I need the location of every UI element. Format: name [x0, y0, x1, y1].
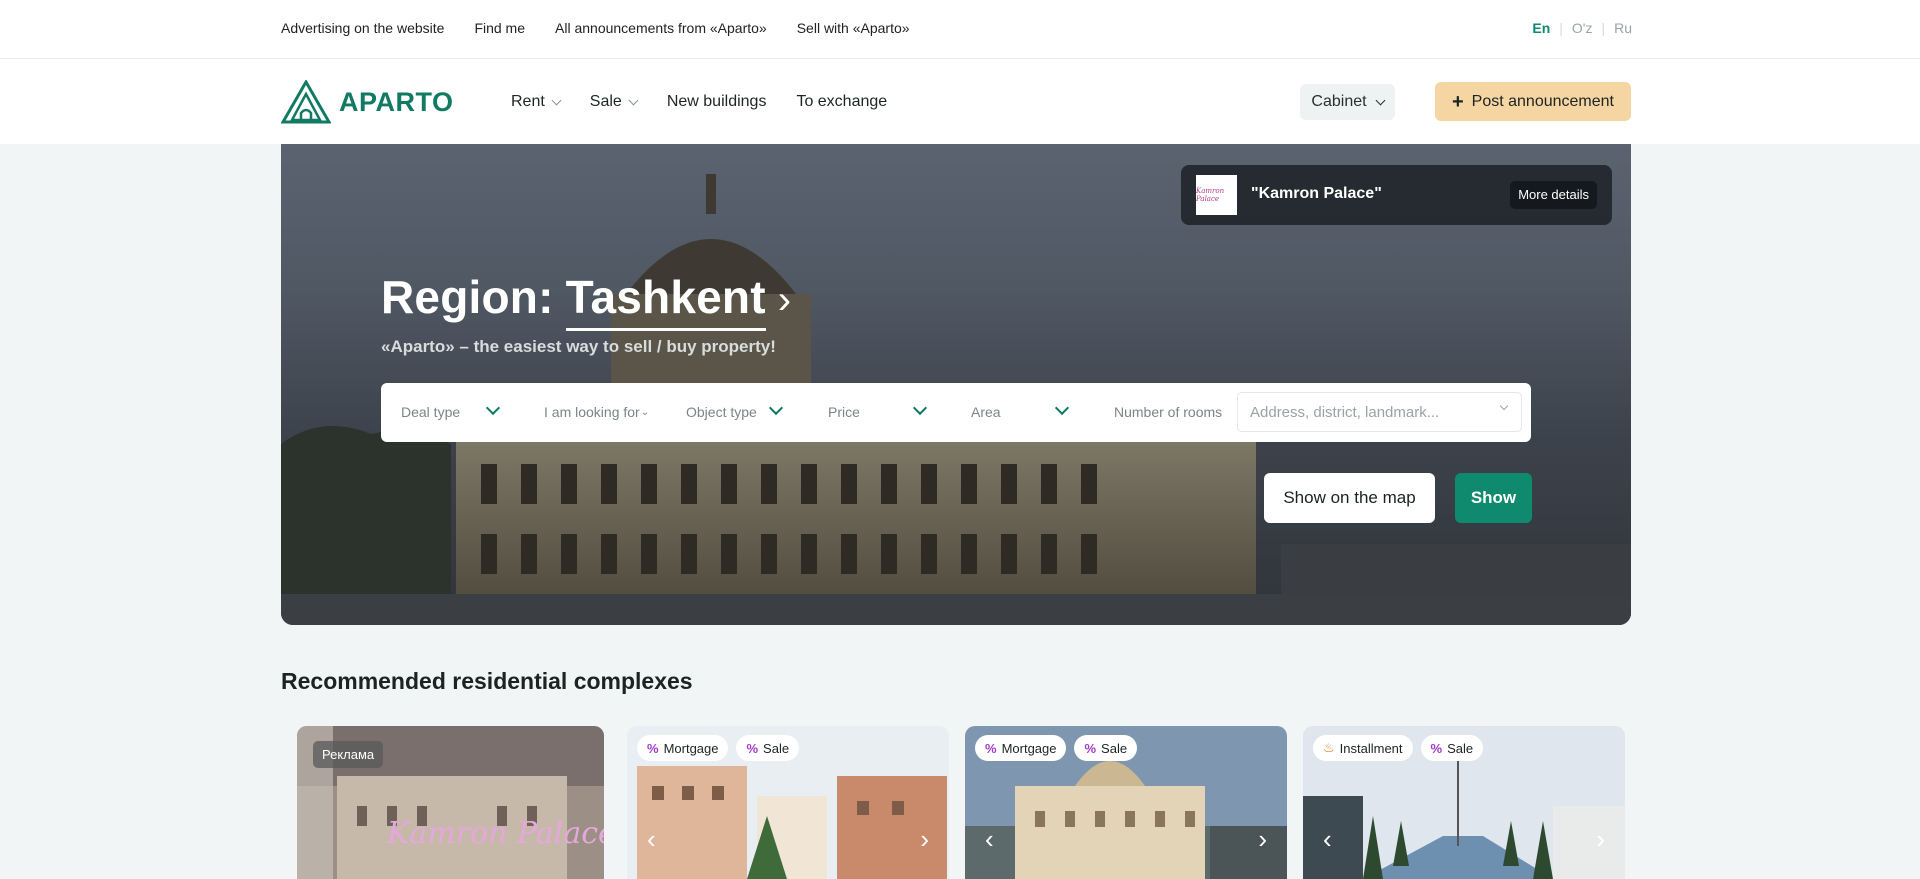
chevron-down-icon	[485, 400, 501, 416]
deal-type-select[interactable]: Deal type	[401, 404, 460, 420]
complex-card[interactable]: % Mortgage % Sale ‹ ›	[965, 726, 1287, 879]
nav-rent[interactable]: Rent	[511, 93, 562, 111]
chevron-down-icon	[1375, 95, 1386, 105]
chevron-right-icon[interactable]: ›	[1596, 826, 1605, 852]
nav-sale-label: Sale	[589, 93, 622, 110]
price-select[interactable]: Price	[828, 404, 860, 420]
mortgage-tag: % Mortgage	[975, 735, 1067, 761]
lang-uz[interactable]: O'z	[1572, 20, 1593, 36]
sell-with-link[interactable]: Sell with «Aparto»	[797, 20, 910, 36]
percent-icon: %	[647, 740, 659, 756]
percent-icon: %	[746, 740, 759, 756]
chevron-down-icon	[628, 95, 639, 105]
card-tags: % Mortgage % Sale	[975, 735, 1138, 761]
more-details-button[interactable]: More details	[1510, 181, 1597, 209]
nav-sale[interactable]: Sale	[589, 93, 639, 111]
promo-thumbnail: Kamron Palace	[1196, 175, 1237, 215]
fire-icon: ♨	[1323, 740, 1335, 755]
address-placeholder: Address, district, landmark...	[1250, 404, 1440, 421]
logo-text: APARTO	[339, 86, 454, 117]
show-on-map-button[interactable]: Show on the map	[1264, 473, 1435, 523]
show-button[interactable]: Show	[1455, 473, 1532, 523]
main-nav: Rent Sale New buildings To exchange	[511, 93, 887, 111]
region-value[interactable]: Tashkent	[565, 270, 766, 331]
tag-label: Mortgage	[663, 740, 719, 756]
card-tags: ♨ Installment % Sale	[1313, 735, 1484, 761]
percent-icon: %	[1430, 740, 1443, 756]
logo-mark-icon	[281, 80, 331, 124]
chevron-down-icon	[768, 400, 784, 416]
tag-label: Installment	[1339, 740, 1403, 756]
chevron-down-icon	[912, 400, 928, 416]
all-announcements-link[interactable]: All announcements from «Aparto»	[555, 20, 767, 36]
promo-name: "Kamron Palace"	[1251, 185, 1382, 202]
chevron-down-icon	[1499, 401, 1509, 411]
chevron-right-icon: ›	[777, 278, 792, 322]
percent-icon: %	[985, 740, 997, 756]
cabinet-label: Cabinet	[1311, 93, 1367, 110]
tag-label: Sale	[1101, 740, 1128, 756]
chevron-right-icon[interactable]: ›	[1258, 826, 1267, 852]
search-filter-bar: Deal type I am looking for ⌄ Object type …	[381, 383, 1531, 442]
lang-divider: |	[1559, 20, 1563, 36]
chevron-down-icon	[1054, 400, 1070, 416]
complex-card[interactable]: ♨ Installment % Sale ‹ ›	[1303, 726, 1625, 879]
chevron-left-icon[interactable]: ‹	[985, 826, 994, 852]
lang-divider: |	[1601, 20, 1606, 36]
address-input[interactable]: Address, district, landmark...	[1237, 392, 1522, 432]
nav-rent-label: Rent	[511, 93, 545, 110]
hero-banner: Kamron Palace "Kamron Palace" More detai…	[281, 144, 1631, 625]
kamron-palace-logo: Kamron Palace	[387, 816, 604, 851]
object-type-select[interactable]: Object type	[686, 404, 757, 420]
find-me-link[interactable]: Find me	[474, 20, 525, 36]
chevron-left-icon[interactable]: ‹	[1323, 826, 1332, 852]
chevron-left-icon[interactable]: ‹	[647, 826, 656, 852]
sale-tag: % Sale	[1074, 735, 1138, 761]
main-header: APARTO Rent Sale New buildings To exchan…	[0, 59, 1920, 144]
complex-card[interactable]: Реклама Kamron Palace	[297, 726, 604, 879]
complex-card[interactable]: % Mortgage % Sale ‹ ›	[627, 726, 949, 879]
ad-badge: Реклама	[313, 741, 384, 768]
nav-to-exchange-label: To exchange	[796, 93, 888, 110]
hero-subtitle: «Aparto» – the easiest way to sell / buy…	[381, 337, 776, 356]
post-announcement-button[interactable]: + Post announcement	[1435, 82, 1631, 121]
rooms-select[interactable]: Number of rooms	[1114, 404, 1222, 420]
tag-label: Mortgage	[1001, 740, 1057, 756]
nav-new-buildings[interactable]: New buildings	[667, 93, 767, 111]
sale-tag: % Sale	[736, 735, 800, 761]
looking-for-select[interactable]: I am looking for ⌄	[544, 404, 649, 420]
region-label: Region:	[381, 271, 554, 323]
top-links: Advertising on the website Find me All a…	[281, 20, 910, 36]
top-bar: Advertising on the website Find me All a…	[0, 0, 1920, 59]
sale-tag: % Sale	[1420, 735, 1484, 761]
looking-for-label: I am looking for	[544, 404, 640, 420]
chevron-down-icon: ⌄	[640, 406, 650, 418]
lang-en[interactable]: En	[1532, 20, 1550, 36]
post-announcement-label: Post announcement	[1471, 92, 1614, 110]
language-switcher: En | O'z | Ru	[1532, 20, 1632, 36]
cabinet-dropdown[interactable]: Cabinet	[1300, 84, 1395, 120]
plus-icon: +	[1451, 90, 1464, 113]
installment-tag: ♨ Installment	[1313, 735, 1413, 761]
promo-card[interactable]: Kamron Palace "Kamron Palace" More detai…	[1181, 165, 1612, 225]
chevron-right-icon[interactable]: ›	[920, 826, 929, 852]
tag-label: Sale	[763, 740, 790, 756]
mortgage-tag: % Mortgage	[637, 735, 729, 761]
nav-new-buildings-label: New buildings	[666, 93, 767, 110]
chevron-down-icon	[551, 95, 562, 105]
card-tags: % Mortgage % Sale	[637, 735, 800, 761]
area-select[interactable]: Area	[971, 404, 1001, 420]
percent-icon: %	[1084, 740, 1097, 756]
advertising-link[interactable]: Advertising on the website	[281, 20, 444, 36]
tag-label: Sale	[1447, 740, 1474, 756]
nav-to-exchange[interactable]: To exchange	[796, 93, 887, 111]
logo[interactable]: APARTO	[281, 80, 454, 124]
region-selector[interactable]: Region: Tashkent ›	[381, 270, 791, 331]
lang-ru[interactable]: Ru	[1614, 20, 1632, 36]
section-title: Recommended residential complexes	[281, 668, 693, 694]
